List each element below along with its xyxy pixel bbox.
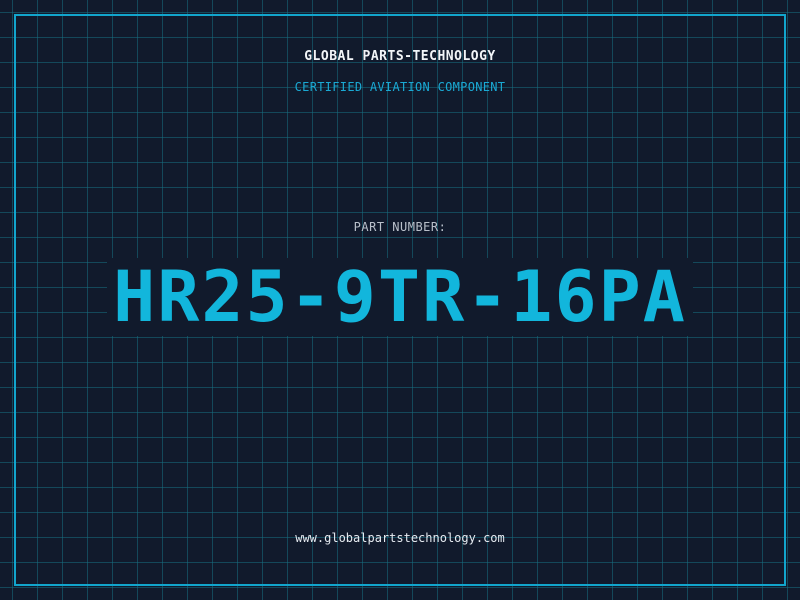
- company-name: GLOBAL PARTS-TECHNOLOGY: [304, 49, 496, 64]
- part-number-container: HR25-9TR-16PA: [0, 258, 800, 336]
- website-url: www.globalpartstechnology.com: [295, 531, 505, 545]
- certification-subtitle: CERTIFIED AVIATION COMPONENT: [294, 80, 506, 94]
- part-number-label: PART NUMBER:: [353, 220, 447, 234]
- part-number-value: HR25-9TR-16PA: [107, 258, 693, 336]
- certificate-card: GLOBAL PARTS-TECHNOLOGY CERTIFIED AVIATI…: [0, 0, 800, 600]
